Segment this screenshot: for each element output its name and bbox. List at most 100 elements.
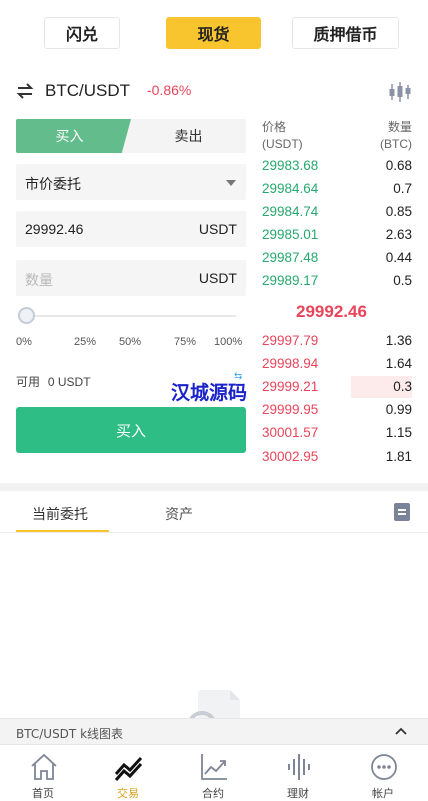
- document-icon[interactable]: [394, 503, 410, 521]
- pair-change: -0.86%: [147, 82, 192, 98]
- ask-row[interactable]: 30002.95 1.81: [262, 446, 412, 468]
- bid-qty: 0.85: [385, 204, 412, 219]
- ask-qty: 0.99: [385, 402, 412, 417]
- nav-contract-label: 合约: [202, 787, 224, 800]
- chevron-up-icon[interactable]: [394, 724, 408, 738]
- ask-row[interactable]: 29998.94 1.64: [262, 353, 412, 375]
- empty-state-icon: [188, 690, 240, 720]
- bid-row[interactable]: 29984.64 0.7: [262, 178, 412, 200]
- section-divider: [0, 483, 428, 491]
- order-type-value: 市价委托: [25, 177, 81, 193]
- ask-price: 29999.21: [262, 379, 319, 394]
- available-label: 可用: [16, 375, 41, 389]
- tick-0[interactable]: 0%: [16, 336, 32, 348]
- tab-spot[interactable]: 现货: [166, 17, 261, 49]
- bid-row[interactable]: 29984.74 0.85: [262, 201, 412, 223]
- percent-ticks: 0% 25% 50% 75% 100%: [16, 336, 248, 350]
- tab-assets[interactable]: 资产: [165, 504, 193, 524]
- nav-finance-label: 理财: [287, 787, 309, 800]
- candlestick-icon[interactable]: [388, 81, 412, 103]
- qty-header-unit: (BTC): [380, 137, 412, 151]
- caret-down-icon: [226, 180, 236, 186]
- ask-price: 30001.57: [262, 425, 319, 440]
- tick-50[interactable]: 50%: [119, 336, 141, 348]
- bid-price: 29984.74: [262, 204, 319, 219]
- active-tab-underline: [16, 530, 109, 532]
- bid-qty: 0.44: [385, 250, 412, 265]
- nav-home-label: 首页: [32, 787, 54, 800]
- nav-account-label: 帐户: [372, 787, 394, 800]
- ask-price: 29999.95: [262, 402, 319, 417]
- price-header-unit: (USDT): [262, 137, 303, 151]
- tick-100[interactable]: 100%: [214, 336, 242, 348]
- nav-home[interactable]: 首页: [3, 749, 83, 801]
- available-value: 0 USDT: [47, 375, 91, 389]
- trade-icon: [114, 756, 143, 781]
- ask-price: 29997.79: [262, 333, 319, 348]
- nav-trade-label: 交易: [117, 787, 139, 800]
- bid-row[interactable]: 29987.48 0.44: [262, 247, 412, 269]
- account-icon: [371, 754, 397, 780]
- price-unit: USDT: [198, 221, 237, 237]
- nav-trade[interactable]: 交易: [88, 749, 168, 801]
- slider-track: [24, 315, 236, 317]
- available-balance: 可用 0 USDT: [16, 373, 91, 390]
- watermark-text: 汉城源码: [171, 382, 248, 404]
- bid-row[interactable]: 29985.01 2.63: [262, 224, 412, 246]
- bid-price: 29984.64: [262, 181, 319, 196]
- bid-qty: 0.68: [385, 158, 412, 173]
- last-price: 29992.46: [296, 302, 367, 321]
- bottom-nav: 首页 交易 合约 理财 帐户: [0, 744, 428, 801]
- bid-price: 29989.17: [262, 273, 319, 288]
- contract-chart-icon: [201, 754, 227, 780]
- buy-button[interactable]: 买入: [16, 407, 246, 453]
- finance-wave-icon: [288, 754, 310, 780]
- ask-price: 29998.94: [262, 356, 319, 371]
- bid-qty: 2.63: [385, 227, 412, 242]
- pair-header: BTC/USDT -0.86%: [16, 78, 416, 106]
- ask-qty: 1.15: [385, 425, 412, 440]
- nav-finance[interactable]: 理财: [258, 749, 338, 801]
- orders-tabs: 当前委托 资产: [0, 491, 428, 533]
- nav-contract[interactable]: 合约: [173, 749, 253, 801]
- bid-price: 29987.48: [262, 250, 319, 265]
- qty-header: 数量: [387, 120, 412, 134]
- percent-slider[interactable]: [16, 306, 246, 326]
- amount-input[interactable]: 数量 USDT: [16, 260, 246, 296]
- nav-account[interactable]: 帐户: [343, 749, 423, 801]
- amount-unit: USDT: [198, 270, 237, 286]
- top-tabs: 闪兑 现货 质押借币: [0, 0, 428, 66]
- tab-flash-swap[interactable]: 闪兑: [44, 17, 120, 49]
- swap-arrows-icon[interactable]: [16, 82, 34, 100]
- ask-qty: 1.64: [385, 356, 412, 371]
- kline-bar[interactable]: BTC/USDT k线图表: [0, 718, 428, 744]
- order-type-select[interactable]: 市价委托: [16, 164, 246, 200]
- ask-row[interactable]: 30001.57 1.15: [262, 422, 412, 444]
- kline-bar-label: BTC/USDT k线图表: [16, 727, 124, 741]
- bid-qty: 0.5: [393, 273, 412, 288]
- slider-handle[interactable]: [18, 307, 35, 324]
- price-header: 价格: [262, 120, 287, 134]
- price-value: 29992.46: [25, 221, 84, 237]
- tab-current-orders[interactable]: 当前委托: [32, 504, 88, 524]
- tick-25[interactable]: 25%: [74, 336, 96, 348]
- bid-price: 29983.68: [262, 158, 319, 173]
- bid-qty: 0.7: [393, 181, 412, 196]
- buy-sell-toggle: 买入 卖出: [16, 119, 246, 153]
- ask-qty: 1.81: [385, 449, 412, 464]
- buy-tab[interactable]: 买入: [16, 119, 131, 153]
- pair-name[interactable]: BTC/USDT: [45, 81, 130, 101]
- amount-placeholder: 数量: [25, 272, 53, 288]
- ask-qty: 1.36: [385, 333, 412, 348]
- bid-price: 29985.01: [262, 227, 319, 242]
- ask-qty: 0.3: [393, 379, 412, 394]
- ask-row[interactable]: 29997.79 1.36: [262, 330, 412, 352]
- tab-pledge-loan[interactable]: 质押借币: [292, 17, 399, 49]
- ask-row[interactable]: 29999.95 0.99: [262, 399, 412, 421]
- sell-tab[interactable]: 卖出: [131, 119, 246, 153]
- bid-row[interactable]: 29989.17 0.5: [262, 270, 412, 292]
- bid-row[interactable]: 29983.68 0.68: [262, 155, 412, 177]
- tick-75[interactable]: 75%: [174, 336, 196, 348]
- ask-row[interactable]: 29999.21 0.3: [262, 376, 412, 398]
- price-input[interactable]: 29992.46 USDT: [16, 211, 246, 247]
